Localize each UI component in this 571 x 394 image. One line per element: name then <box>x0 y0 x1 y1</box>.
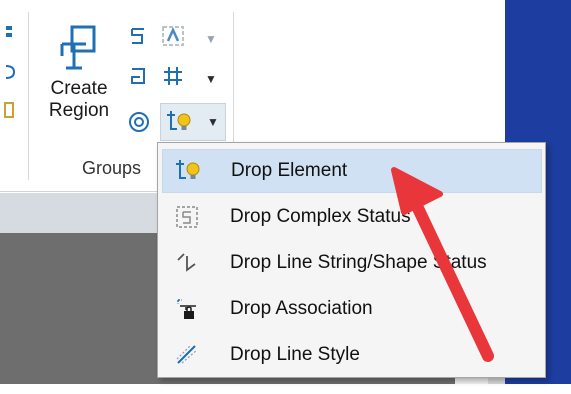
group-tool-button[interactable] <box>122 22 156 50</box>
menu-item-drop-line-style[interactable]: Drop Line Style <box>162 333 542 377</box>
left-partial-tools <box>0 14 26 134</box>
drop-complex-status-icon <box>162 204 212 230</box>
drop-element-icon <box>167 111 191 130</box>
menu-item-label: Drop Line Style <box>230 344 360 365</box>
menu-item-label: Drop Complex Status <box>230 206 411 227</box>
drop-element-icon <box>163 158 213 184</box>
drop-tools-menu: Drop Element Drop Complex Status Drop Li… <box>157 142 546 378</box>
grid-icon <box>164 67 182 85</box>
menu-item-drop-association[interactable]: Drop Association <box>162 287 542 331</box>
create-region-label-1: Create <box>50 78 108 99</box>
grid-tool-button[interactable] <box>156 62 190 90</box>
ungroup-tool-icon <box>131 68 145 84</box>
menu-item-drop-complex-status[interactable]: Drop Complex Status <box>162 195 542 239</box>
chevron-down-icon[interactable]: ▼ <box>206 115 220 129</box>
chevron-down-icon[interactable]: ▼ <box>204 32 218 46</box>
group-tool-icon <box>131 28 144 44</box>
menu-item-drop-element[interactable]: Drop Element <box>162 149 542 193</box>
partial-tool-icon[interactable] <box>2 62 16 82</box>
groups-group-label: Groups <box>82 158 142 178</box>
menu-item-label: Drop Association <box>230 298 373 319</box>
create-region-label-2: Region <box>48 100 110 121</box>
ribbon-divider <box>28 12 29 180</box>
ungroup-tool-button[interactable] <box>122 62 156 90</box>
drop-association-icon <box>162 296 212 322</box>
drop-line-style-icon <box>162 342 212 368</box>
partial-tool-icon[interactable] <box>2 24 16 44</box>
menu-item-drop-line-string[interactable]: Drop Line String/Shape Status <box>162 241 542 285</box>
bottom-margin <box>0 384 571 394</box>
drop-element-tool-button[interactable] <box>162 108 196 136</box>
target-icon <box>129 112 149 132</box>
menu-item-label: Drop Line String/Shape Status <box>230 252 487 273</box>
create-region-icon <box>60 25 96 70</box>
chevron-down-icon[interactable]: ▼ <box>204 72 218 86</box>
text-node-icon <box>162 26 184 46</box>
menu-item-label: Drop Element <box>231 160 348 181</box>
text-node-button[interactable] <box>156 22 190 50</box>
create-region-button[interactable]: Create Region <box>38 24 120 144</box>
partial-tool-icon[interactable] <box>2 100 16 120</box>
target-tool-button[interactable] <box>122 108 156 136</box>
drop-line-string-icon <box>162 250 212 276</box>
